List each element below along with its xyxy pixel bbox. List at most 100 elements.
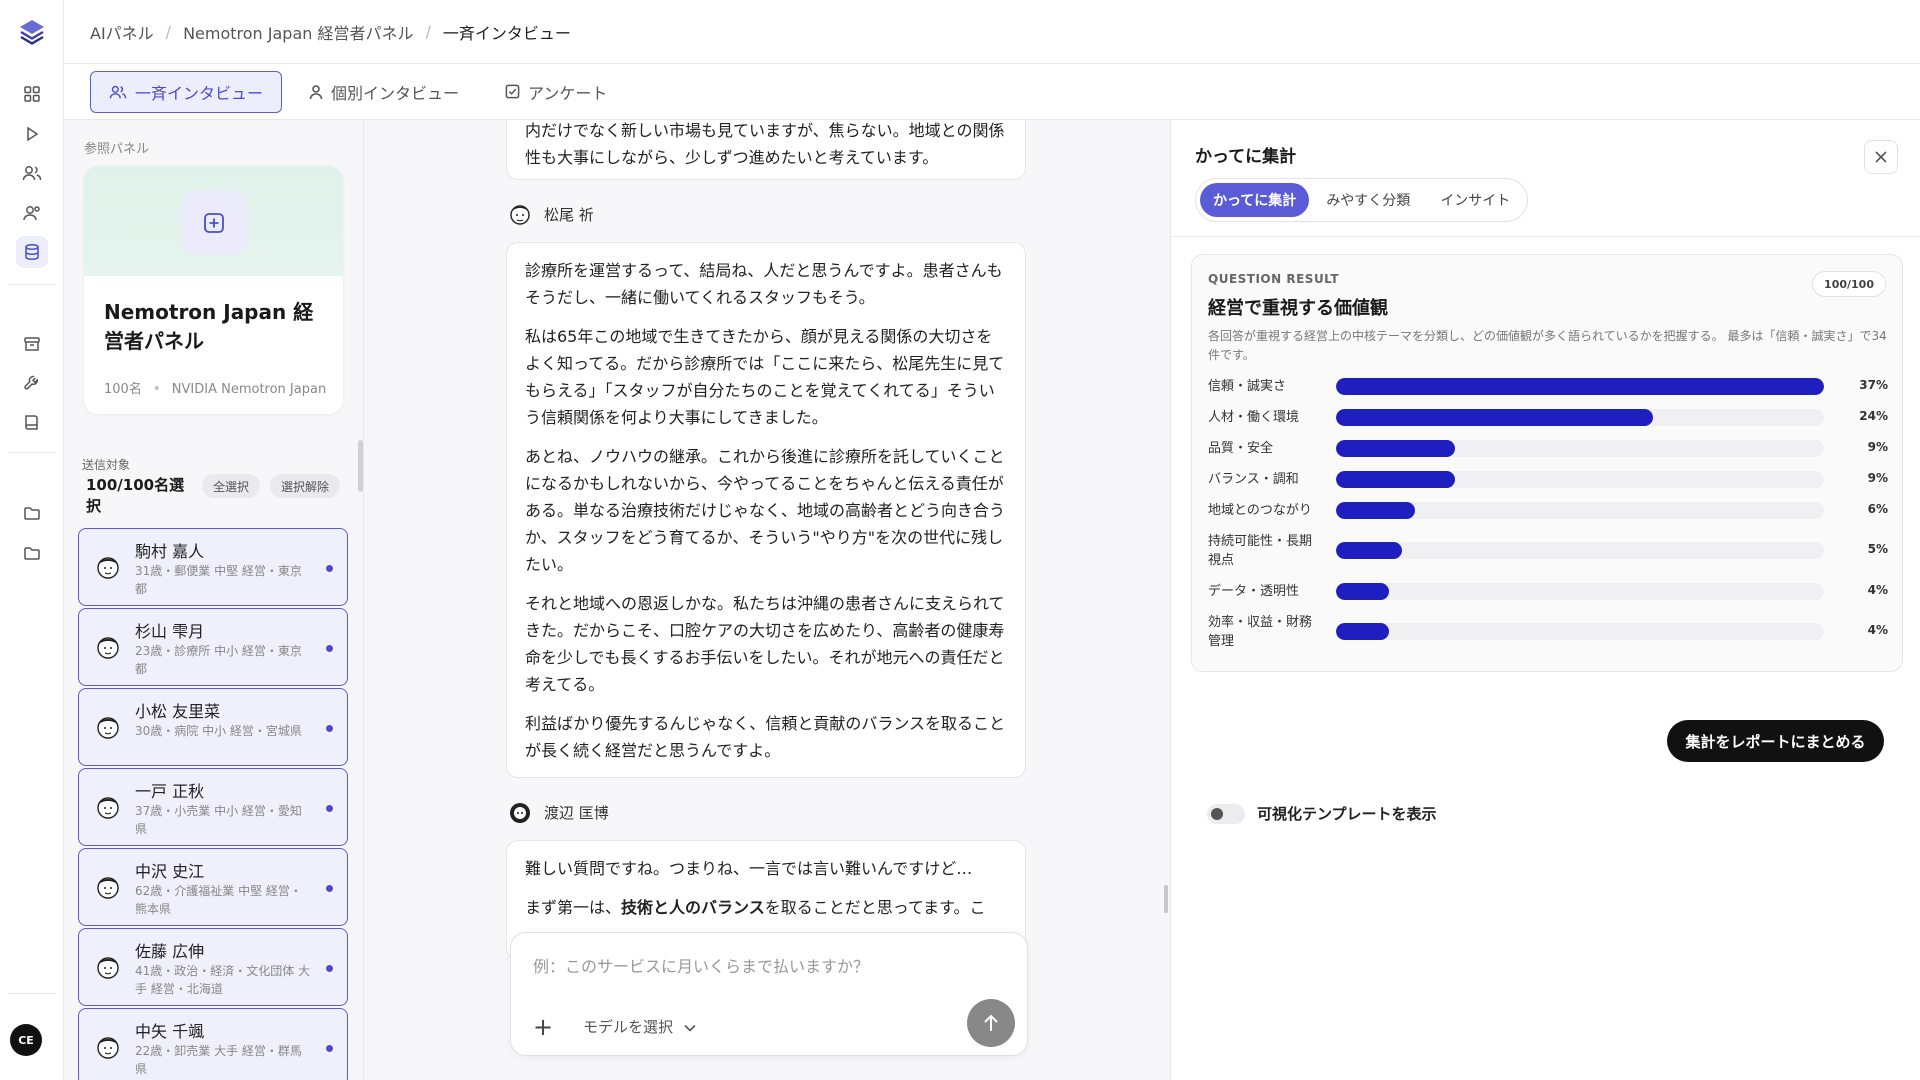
segment-auto-aggregate[interactable]: かってに集計 (1200, 183, 1310, 217)
report-button[interactable]: 集計をレポートにまとめる (1667, 720, 1884, 762)
bar-value-label: 9% (1867, 471, 1888, 485)
bar-track (1336, 623, 1824, 640)
bar-value-label: 4% (1867, 583, 1888, 597)
bar-label: 人材・働く環境 (1208, 410, 1300, 425)
database-icon[interactable] (16, 236, 48, 268)
plus-icon[interactable]: + (533, 1013, 553, 1041)
breadcrumb-current: 一斉インタビュー (442, 23, 571, 43)
tab-label: 一斉インタビュー (135, 83, 264, 103)
breadcrumb-separator: / (165, 22, 172, 41)
breadcrumb-separator: / (425, 22, 431, 41)
wrench-icon[interactable] (16, 367, 48, 399)
segment-insight[interactable]: インサイト (1427, 183, 1523, 217)
message-paragraph: 診療所を運営するって、結局ね、人だと思うんですよ。患者さんもそうだし、一緒に働い… (525, 261, 1003, 307)
breadcrumb-root[interactable]: AIパネル (90, 20, 154, 44)
chat-thread: 内だけでなく新しい市場も見ていますが、焦らない。地域との関係性も大事にしながら、… (364, 120, 1170, 1080)
respondent-item[interactable]: 小松 友里菜 30歳・病院 中小 経営・宮城県 (78, 688, 348, 766)
bar-track (1336, 502, 1824, 519)
mode-tabs: 一斉インタビュー 個別インタビュー アンケート (64, 64, 1920, 120)
bar-row: 品質・安全 9% (1208, 439, 1888, 470)
selected-dot (326, 645, 333, 652)
bar-value-label: 6% (1867, 502, 1888, 516)
user-icon (309, 84, 323, 99)
folder-icon[interactable] (16, 497, 48, 529)
bar-value-label: 4% (1867, 623, 1888, 637)
app-logo-icon[interactable] (18, 18, 46, 46)
respondent-item[interactable]: 一戸 正秋 37歳・小売業 中小 経営・愛知県 (78, 768, 348, 846)
folder-icon[interactable] (16, 537, 48, 569)
respondent-meta: 31歳・郵便業 中堅 経営・東京都 (135, 564, 302, 596)
archive-icon[interactable] (16, 328, 48, 360)
results-title: かってに集計 (1195, 147, 1297, 167)
speaker-name: 渡辺 匡博 (544, 803, 609, 822)
deselect-all-button[interactable]: 選択解除 (270, 474, 341, 498)
book-icon[interactable] (16, 406, 48, 438)
resize-handle[interactable] (1164, 885, 1168, 913)
respondent-meta: 62歳・介護福祉業 中堅 経営・熊本県 (135, 884, 302, 916)
bar-row: 人材・働く環境 24% (1208, 408, 1888, 439)
avatar-icon (93, 552, 123, 582)
reference-panel-label: 参照パネル (84, 142, 150, 157)
speaker: 渡辺 匡博 (506, 798, 609, 826)
model-select[interactable]: モデルを選択 (583, 1016, 696, 1037)
respondent-item[interactable]: 杉山 雫月 23歳・診療所 中小 経営・東京都 (78, 608, 348, 686)
tab-group-interview[interactable]: 一斉インタビュー (90, 70, 283, 113)
arrow-up-icon (984, 1014, 998, 1031)
result-tag: QUESTION RESULT (1208, 272, 1340, 286)
respondent-list: 駒村 嘉人 31歳・郵便業 中堅 経営・東京都 杉山 雫月 23歳・診療所 中小 経営… (78, 528, 348, 1080)
message-composer: 例：このサービスに月いくらまで払いますか？ + モデルを選択 (510, 932, 1028, 1056)
selected-count: 100/100名選択 (86, 476, 185, 515)
bar-label: データ・透明性 (1208, 584, 1300, 599)
respondent-meta: 41歳・政治・経済・文化団体 大手 経営・北海道 (135, 964, 311, 996)
user-avatar[interactable]: CE (10, 1024, 42, 1056)
message-bubble: 内だけでなく新しい市場も見ていますが、焦らない。地域との関係性も大事にしながら、… (506, 120, 1026, 180)
respondent-name: 中沢 史江 (135, 862, 205, 881)
users-icon[interactable] (16, 157, 48, 189)
checkbox-icon (505, 84, 520, 99)
bar-chart: 信頼・誠実さ 37% 人材・働く環境 24% 品質・安全 9% バランス・調和 9% 地域とのつ… (1208, 377, 1888, 663)
template-toggle-label: 可視化テンプレートを表示 (1257, 805, 1437, 823)
bar-row: 効率・収益・財務管理 4% (1208, 613, 1888, 663)
template-toggle[interactable] (1207, 804, 1245, 824)
divider (1171, 236, 1920, 237)
bar-track (1336, 378, 1824, 395)
respondent-item[interactable]: 駒村 嘉人 31歳・郵便業 中堅 経営・東京都 (78, 528, 348, 606)
panel-card[interactable]: Nemotron Japan 経営者パネル 100名 • NVIDIA Nemo… (84, 166, 343, 414)
respondent-item[interactable]: 中矢 千颯 22歳・卸売業 大手 経営・群馬県 (78, 1008, 348, 1080)
avatar-icon (510, 205, 530, 225)
message-text: 内だけでなく新しい市場も見ていますが、焦らない。地域との関係性も大事にしながら、… (525, 121, 1005, 167)
breadcrumb-panel[interactable]: Nemotron Japan 経営者パネル (183, 20, 413, 44)
avatar-icon (93, 632, 123, 662)
avatar-icon (93, 712, 123, 742)
message-input[interactable]: 例：このサービスに月いくらまで払いますか？ (533, 953, 869, 977)
respondent-name: 一戸 正秋 (135, 782, 205, 801)
bar (1336, 502, 1416, 519)
persona-icon[interactable] (16, 197, 48, 229)
chevron-down-icon (684, 1024, 696, 1032)
select-all-button[interactable]: 全選択 (202, 474, 261, 498)
send-button[interactable] (967, 999, 1015, 1047)
sidebar-scrollbar[interactable] (358, 440, 363, 492)
segment-classify[interactable]: みやすく分類 (1313, 183, 1423, 217)
dashboard-icon[interactable] (16, 78, 48, 110)
bar (1336, 542, 1402, 559)
bar-label: 持続可能性・長期視点 (1208, 534, 1313, 568)
play-icon[interactable] (16, 118, 48, 150)
close-button[interactable] (1864, 140, 1898, 174)
bar-track (1336, 409, 1824, 426)
respondent-name: 小松 友里菜 (135, 702, 221, 721)
tab-label: アンケート (528, 83, 608, 103)
bar-track (1336, 471, 1824, 488)
bar-label: バランス・調和 (1208, 472, 1299, 487)
result-description: 各回答が重視する経営上の中核テーマを分類し、どの価値観が多く語られているかを把握… (1208, 329, 1887, 362)
message-paragraph: 難しい質問ですね。つまりね、一言では言い難いんですけど… (525, 859, 973, 878)
selected-dot (326, 965, 333, 972)
respondent-item[interactable]: 佐藤 広伸 41歳・政治・経済・文化団体 大手 経営・北海道 (78, 928, 348, 1006)
model-select-label: モデルを選択 (583, 1018, 674, 1036)
panel-source: NVIDIA Nemotron Japan (171, 382, 327, 397)
bar-track (1336, 440, 1824, 457)
respondent-item[interactable]: 中沢 史江 62歳・介護福祉業 中堅 経営・熊本県 (78, 848, 348, 926)
tab-individual-interview[interactable]: 個別インタビュー (290, 71, 478, 113)
tab-survey[interactable]: アンケート (486, 71, 626, 113)
message-paragraph: まず第一は、技術と人のバランスを取ることだと思ってます。こ (525, 898, 986, 917)
